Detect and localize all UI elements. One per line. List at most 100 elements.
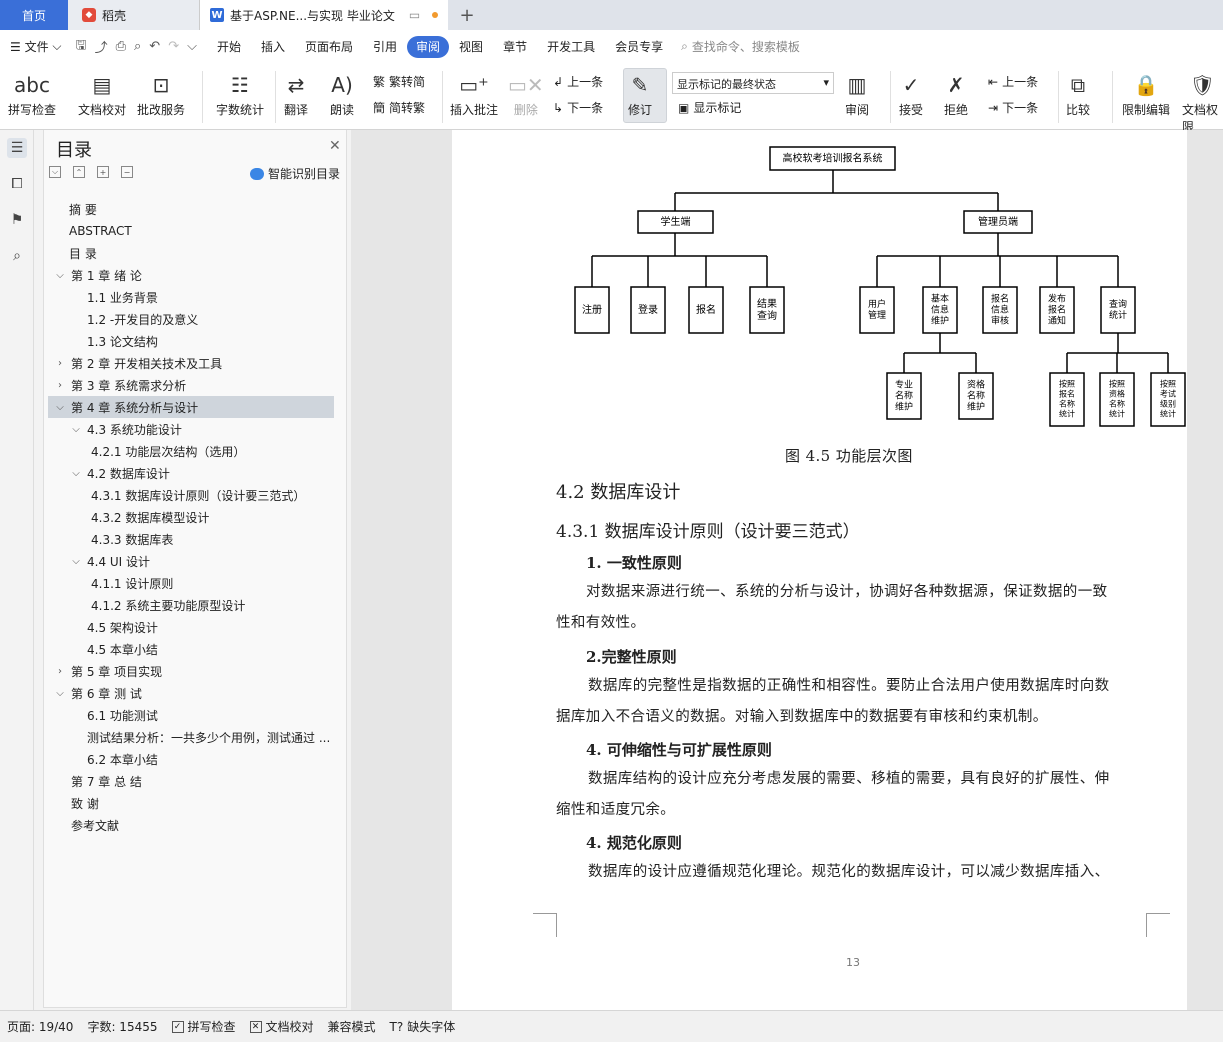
toc-item[interactable]: 4.5 本章小结 (70, 638, 338, 660)
command-search[interactable]: ⌕ 查找命令、搜索模板 (681, 38, 800, 55)
more-icon[interactable]: ⌵ (183, 39, 201, 54)
toc-item[interactable]: 目 录 (64, 242, 334, 264)
add-heading-icon[interactable]: + (97, 166, 109, 178)
chevron-down-icon[interactable]: ⌵ (70, 556, 82, 567)
next-change-button[interactable]: ⇥ 下一条 (988, 99, 1038, 116)
expand-all-icon[interactable]: ⌵ (49, 166, 61, 178)
chevron-down-icon[interactable]: ⌵ (70, 424, 82, 435)
toc-item[interactable]: ⌵ 第 1 章 绪 论 (54, 264, 336, 286)
toc-item[interactable]: 致 谢 (54, 792, 336, 814)
chevron-down-icon[interactable]: ⌵ (54, 688, 66, 699)
menu-layout[interactable]: 页面布局 (295, 36, 363, 58)
save-icon[interactable]: 🖫 (72, 36, 91, 58)
chevron-down-icon[interactable]: ⌵ (54, 270, 66, 281)
file-menu[interactable]: ☰ 文件 ⌵ (0, 36, 72, 58)
menu-review[interactable]: 审阅 (407, 35, 450, 58)
prev-change-button[interactable]: ⇤ 上一条 (988, 73, 1038, 90)
menu-devtools[interactable]: 开发工具 (537, 36, 605, 58)
toc-item[interactable]: ⌵ 4.4 UI 设计 (70, 550, 338, 572)
toc-item[interactable]: 4.3.1 数据库设计原则（设计要三范式） (86, 484, 338, 506)
read-aloud-button[interactable]: A) 朗读 (330, 69, 354, 118)
menu-start[interactable]: 开始 (207, 36, 251, 58)
compat-mode[interactable]: 兼容模式 (321, 1018, 383, 1035)
document-scrollbar[interactable] (1187, 130, 1223, 1010)
toc-item[interactable]: › 第 3 章 系统需求分析 (54, 374, 336, 396)
print-icon[interactable]: ⎙ (112, 39, 130, 54)
print-preview-icon[interactable]: ⌕ (130, 39, 145, 54)
revise-button-content[interactable]: ✎ 修订 (628, 69, 652, 118)
doc-check-button[interactable]: ▤ 文档校对 (78, 69, 126, 118)
menu-view[interactable]: 视图 (449, 36, 493, 58)
prev-comment-button[interactable]: ↲ 上一条 (553, 73, 603, 90)
word-count-button[interactable]: ☷ 字数统计 (216, 69, 264, 118)
markup-state-select[interactable]: 显示标记的最终状态 ▾ (672, 72, 834, 94)
toc-item[interactable]: › 第 5 章 项目实现 (54, 660, 336, 682)
trad-to-simp-button[interactable]: 繁繁转简 (373, 73, 425, 90)
reject-button[interactable]: ✗ 拒绝 (944, 69, 968, 118)
menu-reference[interactable]: 引用 (363, 36, 407, 58)
toc-item[interactable]: 4.3.3 数据库表 (86, 528, 338, 550)
chevron-right-icon[interactable]: › (54, 358, 66, 369)
bookmark-icon[interactable]: ⚑ (7, 210, 27, 230)
toc-item[interactable]: 4.1.1 设计原则 (86, 572, 338, 594)
toc-item[interactable]: ⌵ 第 4 章 系统分析与设计 (48, 396, 334, 418)
toc-item[interactable]: 1.2 -开发目的及意义 (70, 308, 338, 330)
chevron-down-icon[interactable]: ⌵ (54, 402, 66, 413)
show-markup-button[interactable]: ▣ 显示标记 (678, 99, 741, 116)
word-count-indicator[interactable]: 字数: 15455 (80, 1018, 164, 1035)
review-pane-button[interactable]: ▥ 审阅 (845, 69, 869, 118)
restrict-edit-button[interactable]: 🔒 限制编辑 (1122, 69, 1170, 118)
toc-item[interactable]: 4.5 架构设计 (70, 616, 338, 638)
tab-document[interactable]: W 基于ASP.NE...与实现 毕业论文 ▭ (200, 0, 448, 30)
page-indicator[interactable]: 页面: 19/40 (0, 1018, 80, 1035)
close-icon[interactable]: ✕ (329, 138, 341, 154)
menu-chapter[interactable]: 章节 (493, 36, 537, 58)
menu-insert[interactable]: 插入 (251, 36, 295, 58)
toc-item[interactable]: 6.2 本章小结 (70, 748, 338, 770)
approve-service-button[interactable]: ⊡ 批改服务 (137, 69, 185, 118)
toc-item[interactable]: 6.1 功能测试 (70, 704, 338, 726)
toc-item[interactable]: 摘 要 (64, 198, 334, 220)
toc-item[interactable]: 参考文献 (54, 814, 336, 836)
screen-icon[interactable]: ▭ (409, 8, 420, 22)
toc-item[interactable]: 1.1 业务背景 (70, 286, 338, 308)
toc-item[interactable]: › 第 2 章 开发相关技术及工具 (54, 352, 336, 374)
toc-item[interactable]: 4.3.2 数据库模型设计 (86, 506, 338, 528)
new-tab-button[interactable]: + (455, 0, 479, 30)
menu-member[interactable]: 会员专享 (605, 36, 673, 58)
tab-daoke[interactable]: ◆ 稻壳 (68, 0, 200, 30)
compare-button[interactable]: ⧉ 比较 (1066, 69, 1090, 118)
export-icon[interactable]: ⤴ (91, 37, 112, 56)
toc-item[interactable]: ⌵ 第 6 章 测 试 (54, 682, 336, 704)
accept-button[interactable]: ✓ 接受 (899, 69, 923, 118)
toc-panel-icon[interactable]: ☰ (7, 138, 27, 158)
toc-item[interactable]: ABSTRACT (64, 220, 334, 242)
doc-permission-button[interactable]: 🛡 文档权限 (1182, 69, 1223, 135)
toc-item[interactable]: 测试结果分析：一共多少个用例，测试通过 ... (70, 726, 338, 748)
collapse-all-icon[interactable]: ⌃ (73, 166, 85, 178)
toc-item[interactable]: 4.2.1 功能层次结构（选用） (86, 440, 338, 462)
remove-heading-icon[interactable]: − (121, 166, 133, 178)
toc-item[interactable]: ⌵ 4.2 数据库设计 (70, 462, 338, 484)
translate-button[interactable]: ⇄ 翻译 (284, 69, 308, 118)
next-comment-button[interactable]: ↳ 下一条 (553, 99, 603, 116)
chevron-right-icon[interactable]: › (54, 666, 66, 677)
status-doc-check[interactable]: ✕ 文档校对 (243, 1018, 321, 1035)
toc-item[interactable]: 第 7 章 总 结 (54, 770, 336, 792)
delete-comment-button[interactable]: ▭✕ 删除 (508, 69, 544, 118)
undo-icon[interactable]: ↶ (145, 39, 164, 54)
chevron-right-icon[interactable]: › (54, 380, 66, 391)
missing-font-button[interactable]: T? 缺失字体 (383, 1018, 463, 1035)
find-icon[interactable]: ⌕ (7, 246, 27, 266)
toc-item[interactable]: ⌵ 4.3 系统功能设计 (70, 418, 338, 440)
toc-item[interactable]: 1.3 论文结构 (70, 330, 338, 352)
tab-home[interactable]: 首页 (0, 0, 68, 30)
outline-icon[interactable]: ⧠ (7, 174, 27, 194)
smart-toc-button[interactable]: 智能识别目录 (250, 165, 340, 182)
status-spell-check[interactable]: ✓ 拼写检查 (165, 1018, 243, 1035)
chevron-down-icon[interactable]: ⌵ (70, 468, 82, 479)
toc-item[interactable]: 4.1.2 系统主要功能原型设计 (86, 594, 338, 616)
insert-comment-button[interactable]: ▭⁺ 插入批注 (450, 69, 498, 118)
document-page[interactable]: 高校软考培训报名系统 学生端 管理员端 注册 登录 报名 结果 查询 用户 管理 基本 信息 维护 报名信… (452, 130, 1187, 1010)
simp-to-trad-button[interactable]: 簡简转繁 (373, 99, 425, 116)
